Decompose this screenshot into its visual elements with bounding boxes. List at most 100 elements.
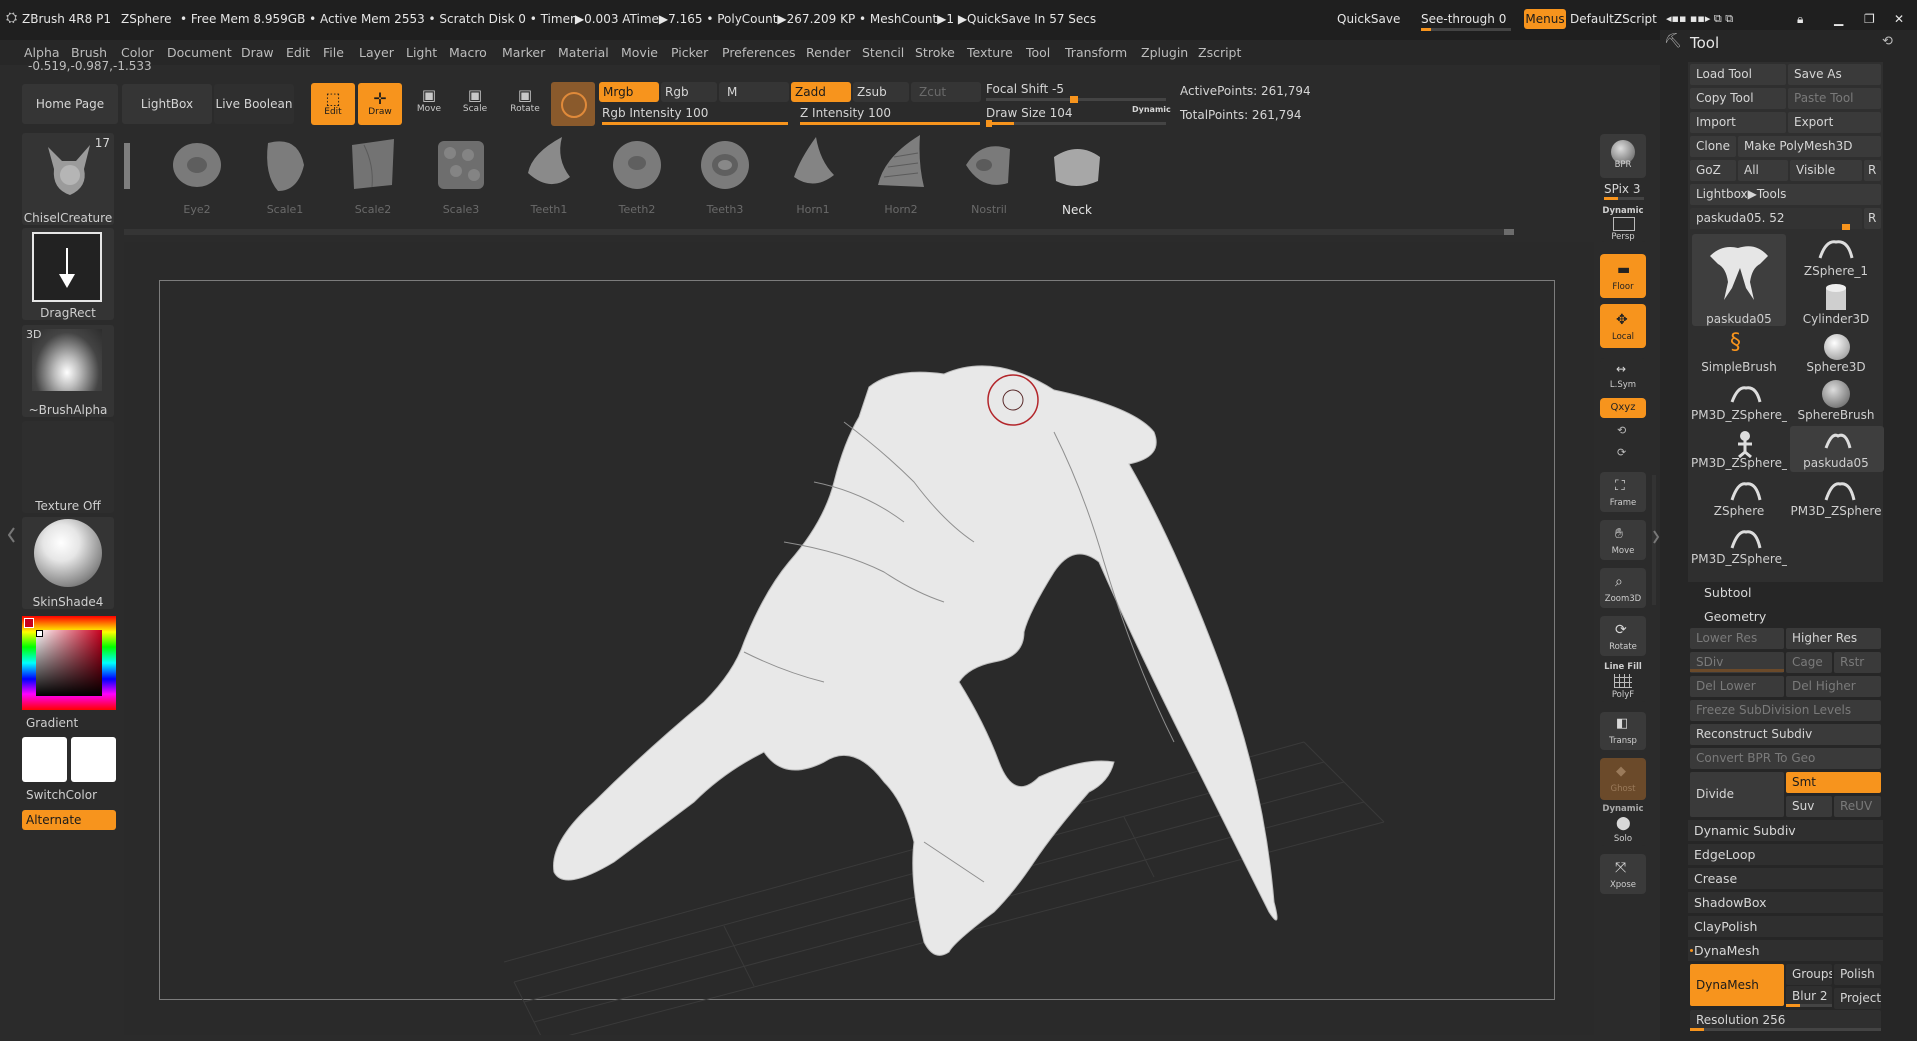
shelf-thumb-teeth1[interactable] bbox=[522, 133, 576, 193]
shelf-thumb-teeth2[interactable] bbox=[610, 135, 664, 193]
cylinder-icon[interactable] bbox=[1822, 282, 1850, 314]
rotate-y-icon[interactable]: ⟲ bbox=[1617, 424, 1626, 437]
focal-shift-slider[interactable] bbox=[986, 96, 1166, 103]
menu-macro[interactable]: Macro bbox=[449, 45, 487, 60]
menu-preferences[interactable]: Preferences bbox=[722, 45, 796, 60]
project-toggle[interactable]: Project bbox=[1834, 988, 1881, 1009]
menus-button[interactable]: Menus bbox=[1524, 9, 1566, 29]
blur-track[interactable] bbox=[1786, 1004, 1832, 1007]
resolution-track[interactable] bbox=[1690, 1028, 1881, 1031]
shelf-thumb-horn1[interactable] bbox=[786, 133, 840, 193]
claypolish-subpalette[interactable]: ClayPolish bbox=[1688, 916, 1883, 937]
crease-subpalette[interactable]: Crease bbox=[1688, 868, 1883, 889]
material-selector[interactable]: SkinShade4 bbox=[22, 517, 114, 609]
spherebrush-icon[interactable] bbox=[1822, 380, 1850, 408]
viewport[interactable] bbox=[124, 242, 1594, 1035]
reconstruct-subdiv-button[interactable]: Reconstruct Subdiv bbox=[1690, 724, 1881, 745]
clone-button[interactable]: Clone bbox=[1690, 136, 1736, 157]
close-icon[interactable]: ✕ bbox=[1894, 12, 1904, 26]
floor-button[interactable]: ▬ Floor bbox=[1600, 254, 1646, 298]
draw-size-slider[interactable] bbox=[986, 120, 1166, 127]
right-tray-collapse-icon[interactable] bbox=[1652, 527, 1660, 547]
goz-button[interactable]: GoZ bbox=[1690, 160, 1736, 181]
mrgb-button[interactable]: Mrgb bbox=[599, 82, 659, 102]
zoom3d-button[interactable]: ⌕ Zoom3D bbox=[1600, 568, 1646, 608]
texture-selector[interactable]: Texture Off bbox=[22, 421, 114, 513]
solo-button[interactable]: Dynamic ⬤ Solo bbox=[1600, 804, 1646, 846]
shelf-scrollbar[interactable] bbox=[124, 229, 1514, 235]
color-picker[interactable] bbox=[22, 616, 116, 710]
shadowbox-subpalette[interactable]: ShadowBox bbox=[1688, 892, 1883, 913]
zsphere-icon[interactable] bbox=[1728, 478, 1764, 506]
persp-button[interactable]: Dynamic Persp bbox=[1600, 204, 1646, 242]
menu-zscript[interactable]: Zscript bbox=[1198, 45, 1241, 60]
menu-material[interactable]: Material bbox=[558, 45, 609, 60]
menu-alpha[interactable]: Alpha bbox=[24, 45, 60, 60]
edit-mode-button[interactable]: ⬚ Edit bbox=[311, 83, 355, 125]
del-higher-button[interactable]: Del Higher bbox=[1786, 676, 1881, 697]
menu-file[interactable]: File bbox=[323, 45, 344, 60]
lower-res-button[interactable]: Lower Res bbox=[1690, 628, 1784, 649]
menu-movie[interactable]: Movie bbox=[621, 45, 658, 60]
palette-reset-icon[interactable]: ⟲ bbox=[1882, 34, 1893, 49]
ghost-button[interactable]: ◆ Ghost bbox=[1600, 758, 1646, 800]
menu-zplugin[interactable]: Zplugin bbox=[1141, 45, 1188, 60]
shelf-thumb-scale1[interactable] bbox=[258, 135, 312, 193]
zsub-button[interactable]: Zsub bbox=[853, 82, 909, 102]
load-tool-button[interactable]: Load Tool bbox=[1690, 64, 1786, 85]
copy-tool-button[interactable]: Copy Tool bbox=[1690, 88, 1786, 109]
draw-mode-button[interactable]: ✛ Draw bbox=[358, 83, 402, 125]
gradient-toggle[interactable]: Gradient bbox=[26, 716, 78, 730]
see-through-slider[interactable]: See-through 0 bbox=[1421, 12, 1506, 26]
goz-r-button[interactable]: R bbox=[1864, 160, 1881, 181]
pm3d-zsphere-icon-3[interactable] bbox=[1728, 526, 1764, 554]
cage-button[interactable]: Cage bbox=[1786, 652, 1832, 673]
shelf-thumb-horn2[interactable] bbox=[874, 133, 928, 193]
menu-document[interactable]: Document bbox=[167, 45, 232, 60]
menu-edit[interactable]: Edit bbox=[286, 45, 310, 60]
smt-toggle[interactable]: Smt bbox=[1786, 772, 1881, 793]
local-button[interactable]: ✥ Local bbox=[1600, 304, 1646, 348]
menu-brush[interactable]: Brush bbox=[71, 45, 107, 60]
shelf-thumb-eye2[interactable] bbox=[170, 135, 224, 193]
del-lower-button[interactable]: Del Lower bbox=[1690, 676, 1784, 697]
pm3d-zsphere-icon-2[interactable] bbox=[1822, 478, 1858, 506]
stroke-selector[interactable]: DragRect bbox=[22, 228, 114, 320]
quicksave-button[interactable]: QuickSave bbox=[1337, 12, 1400, 26]
lsym-button[interactable]: ↔ L.Sym bbox=[1600, 358, 1646, 392]
shelf-thumb-teeth3[interactable] bbox=[698, 135, 752, 193]
menu-tool[interactable]: Tool bbox=[1026, 45, 1050, 60]
shelf-thumb-neck[interactable] bbox=[1050, 135, 1104, 193]
zcut-button[interactable]: Zcut bbox=[911, 82, 981, 102]
zadd-button[interactable]: Zadd bbox=[791, 82, 851, 102]
rotate-view-button[interactable]: ⟳ Rotate bbox=[1600, 616, 1646, 656]
shelf-partial-thumb[interactable] bbox=[124, 143, 130, 189]
menu-texture[interactable]: Texture bbox=[967, 45, 1013, 60]
edgeloop-subpalette[interactable]: EdgeLoop bbox=[1688, 844, 1883, 865]
menu-light[interactable]: Light bbox=[406, 45, 437, 60]
menu-picker[interactable]: Picker bbox=[671, 45, 708, 60]
bpr-button[interactable]: BPR bbox=[1600, 134, 1646, 178]
frame-button[interactable]: ⛶ Frame bbox=[1600, 472, 1646, 512]
live-boolean-button[interactable]: Live Boolean bbox=[214, 84, 294, 124]
dynamesh-button[interactable]: DynaMesh bbox=[1690, 964, 1784, 1006]
menu-marker[interactable]: Marker bbox=[502, 45, 545, 60]
rgb-intensity-slider[interactable] bbox=[602, 122, 788, 125]
spix-slider[interactable]: SPix 3 bbox=[1604, 182, 1640, 196]
shelf-thumb-scale2[interactable] bbox=[346, 135, 400, 193]
secondary-color-swatch[interactable] bbox=[71, 737, 116, 782]
transp-button[interactable]: ◧ Transp bbox=[1600, 712, 1646, 750]
alternate-button[interactable]: Alternate bbox=[22, 810, 116, 830]
lightbox-button[interactable]: LightBox bbox=[122, 84, 212, 124]
rstr-button[interactable]: Rstr bbox=[1834, 652, 1881, 673]
geometry-subpalette[interactable]: Geometry bbox=[1688, 606, 1883, 627]
goz-visible-button[interactable]: Visible bbox=[1790, 160, 1862, 181]
lightbox-tools-button[interactable]: Lightbox▶Tools bbox=[1690, 184, 1881, 205]
current-tool-track[interactable] bbox=[1690, 224, 1862, 230]
material-color-swatch[interactable] bbox=[551, 82, 595, 126]
m-button[interactable]: M bbox=[719, 82, 789, 102]
suv-toggle[interactable]: Suv bbox=[1786, 796, 1832, 817]
divide-button[interactable]: Divide bbox=[1690, 772, 1784, 817]
goz-all-button[interactable]: All bbox=[1738, 160, 1788, 181]
scale-mode-button[interactable]: ▣ Scale bbox=[458, 86, 492, 114]
